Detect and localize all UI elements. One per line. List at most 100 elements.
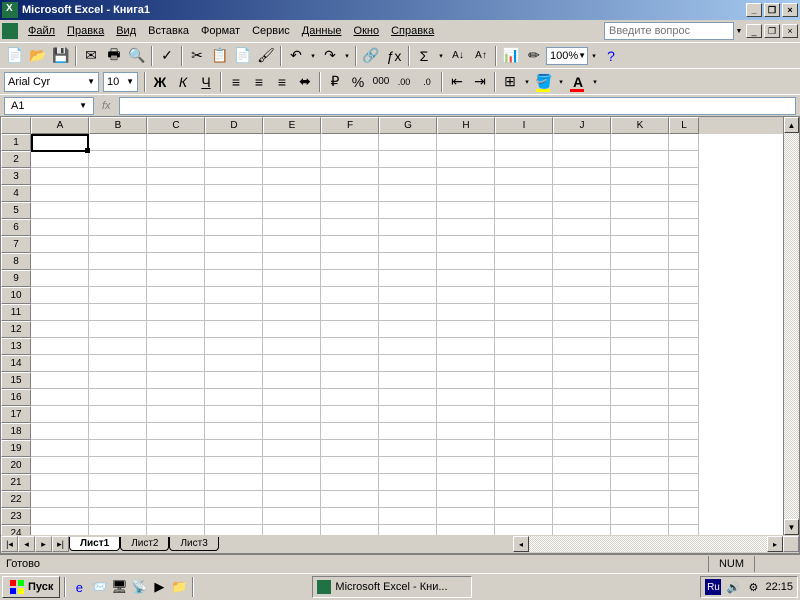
cell[interactable]: [495, 253, 553, 270]
cell[interactable]: [321, 151, 379, 168]
sheet-tab-2[interactable]: Лист2: [120, 537, 169, 551]
cell[interactable]: [147, 372, 205, 389]
cell[interactable]: [669, 202, 699, 219]
cell[interactable]: [437, 236, 495, 253]
cell[interactable]: [379, 253, 437, 270]
cell[interactable]: [147, 321, 205, 338]
cell[interactable]: [147, 236, 205, 253]
cell[interactable]: [611, 508, 669, 525]
cell[interactable]: [31, 236, 89, 253]
cell[interactable]: [147, 406, 205, 423]
channels-icon[interactable]: 📡: [130, 578, 148, 596]
cell[interactable]: [669, 440, 699, 457]
cell[interactable]: [437, 151, 495, 168]
cell[interactable]: [89, 474, 147, 491]
formula-input[interactable]: [119, 97, 796, 115]
cell[interactable]: [321, 219, 379, 236]
cell[interactable]: [611, 423, 669, 440]
underline-icon[interactable]: Ч: [195, 71, 217, 93]
cell[interactable]: [553, 338, 611, 355]
sheet-tab-1[interactable]: Лист1: [69, 537, 120, 551]
cell[interactable]: [379, 185, 437, 202]
help-icon[interactable]: ?: [600, 45, 622, 67]
cell[interactable]: [205, 457, 263, 474]
cell[interactable]: [379, 355, 437, 372]
vertical-scrollbar[interactable]: ▲ ▼: [783, 117, 799, 535]
cell[interactable]: [669, 134, 699, 151]
cell[interactable]: [321, 202, 379, 219]
cell[interactable]: [379, 423, 437, 440]
cell[interactable]: [263, 236, 321, 253]
menu-window[interactable]: Окно: [348, 23, 386, 39]
cell[interactable]: [205, 253, 263, 270]
align-left-icon[interactable]: ≡: [225, 71, 247, 93]
undo-icon[interactable]: ↶: [285, 45, 307, 67]
row-header[interactable]: 24: [1, 525, 31, 535]
name-box[interactable]: A1▼: [4, 97, 94, 115]
cell[interactable]: [205, 508, 263, 525]
cell[interactable]: [495, 508, 553, 525]
cell[interactable]: [89, 389, 147, 406]
tray-app-icon[interactable]: ⚙: [745, 579, 761, 595]
cell[interactable]: [669, 253, 699, 270]
cell[interactable]: [31, 321, 89, 338]
drawing-icon[interactable]: ✏: [523, 45, 545, 67]
cell[interactable]: [147, 474, 205, 491]
restore-button[interactable]: ❐: [764, 3, 780, 17]
copy-icon[interactable]: 📋: [209, 45, 231, 67]
cell[interactable]: [205, 202, 263, 219]
cell[interactable]: [263, 423, 321, 440]
cell[interactable]: [553, 287, 611, 304]
save-icon[interactable]: 💾: [50, 45, 72, 67]
cell[interactable]: [611, 406, 669, 423]
cell[interactable]: [263, 474, 321, 491]
percent-icon[interactable]: %: [347, 71, 369, 93]
cell[interactable]: [379, 321, 437, 338]
cell[interactable]: [31, 185, 89, 202]
next-sheet-icon[interactable]: ▸: [35, 536, 52, 552]
cell[interactable]: [263, 321, 321, 338]
cell[interactable]: [321, 525, 379, 535]
cell[interactable]: [147, 202, 205, 219]
cell[interactable]: [669, 389, 699, 406]
cell[interactable]: [379, 219, 437, 236]
cell[interactable]: [321, 372, 379, 389]
cell[interactable]: [321, 423, 379, 440]
cell[interactable]: [89, 457, 147, 474]
cell[interactable]: [321, 321, 379, 338]
cell[interactable]: [379, 202, 437, 219]
row-header[interactable]: 12: [1, 321, 31, 338]
cell[interactable]: [553, 134, 611, 151]
cell[interactable]: [437, 253, 495, 270]
language-indicator[interactable]: Ru: [705, 579, 721, 595]
cell[interactable]: [263, 372, 321, 389]
cell[interactable]: [611, 372, 669, 389]
cell[interactable]: [611, 440, 669, 457]
autosum-icon[interactable]: Σ: [413, 45, 435, 67]
cell[interactable]: [147, 338, 205, 355]
cell[interactable]: [379, 372, 437, 389]
sort-desc-icon[interactable]: A↑: [470, 45, 492, 67]
cell[interactable]: [553, 474, 611, 491]
cell[interactable]: [669, 304, 699, 321]
cell[interactable]: [31, 474, 89, 491]
cell[interactable]: [321, 253, 379, 270]
cell[interactable]: [553, 423, 611, 440]
cell[interactable]: [89, 151, 147, 168]
cell[interactable]: [553, 253, 611, 270]
cell[interactable]: [379, 525, 437, 535]
cell[interactable]: [147, 440, 205, 457]
function-icon[interactable]: ƒx: [383, 45, 405, 67]
cell[interactable]: [669, 406, 699, 423]
cell[interactable]: [31, 168, 89, 185]
cell[interactable]: [147, 304, 205, 321]
cell[interactable]: [437, 304, 495, 321]
col-header[interactable]: K: [611, 117, 669, 134]
font-name-combo[interactable]: Arial Cyr▼: [4, 72, 99, 92]
cell[interactable]: [437, 406, 495, 423]
menu-service[interactable]: Сервис: [246, 23, 296, 39]
cell[interactable]: [437, 508, 495, 525]
cell[interactable]: [495, 372, 553, 389]
desktop-icon[interactable]: 🖥: [110, 578, 128, 596]
cell[interactable]: [147, 457, 205, 474]
